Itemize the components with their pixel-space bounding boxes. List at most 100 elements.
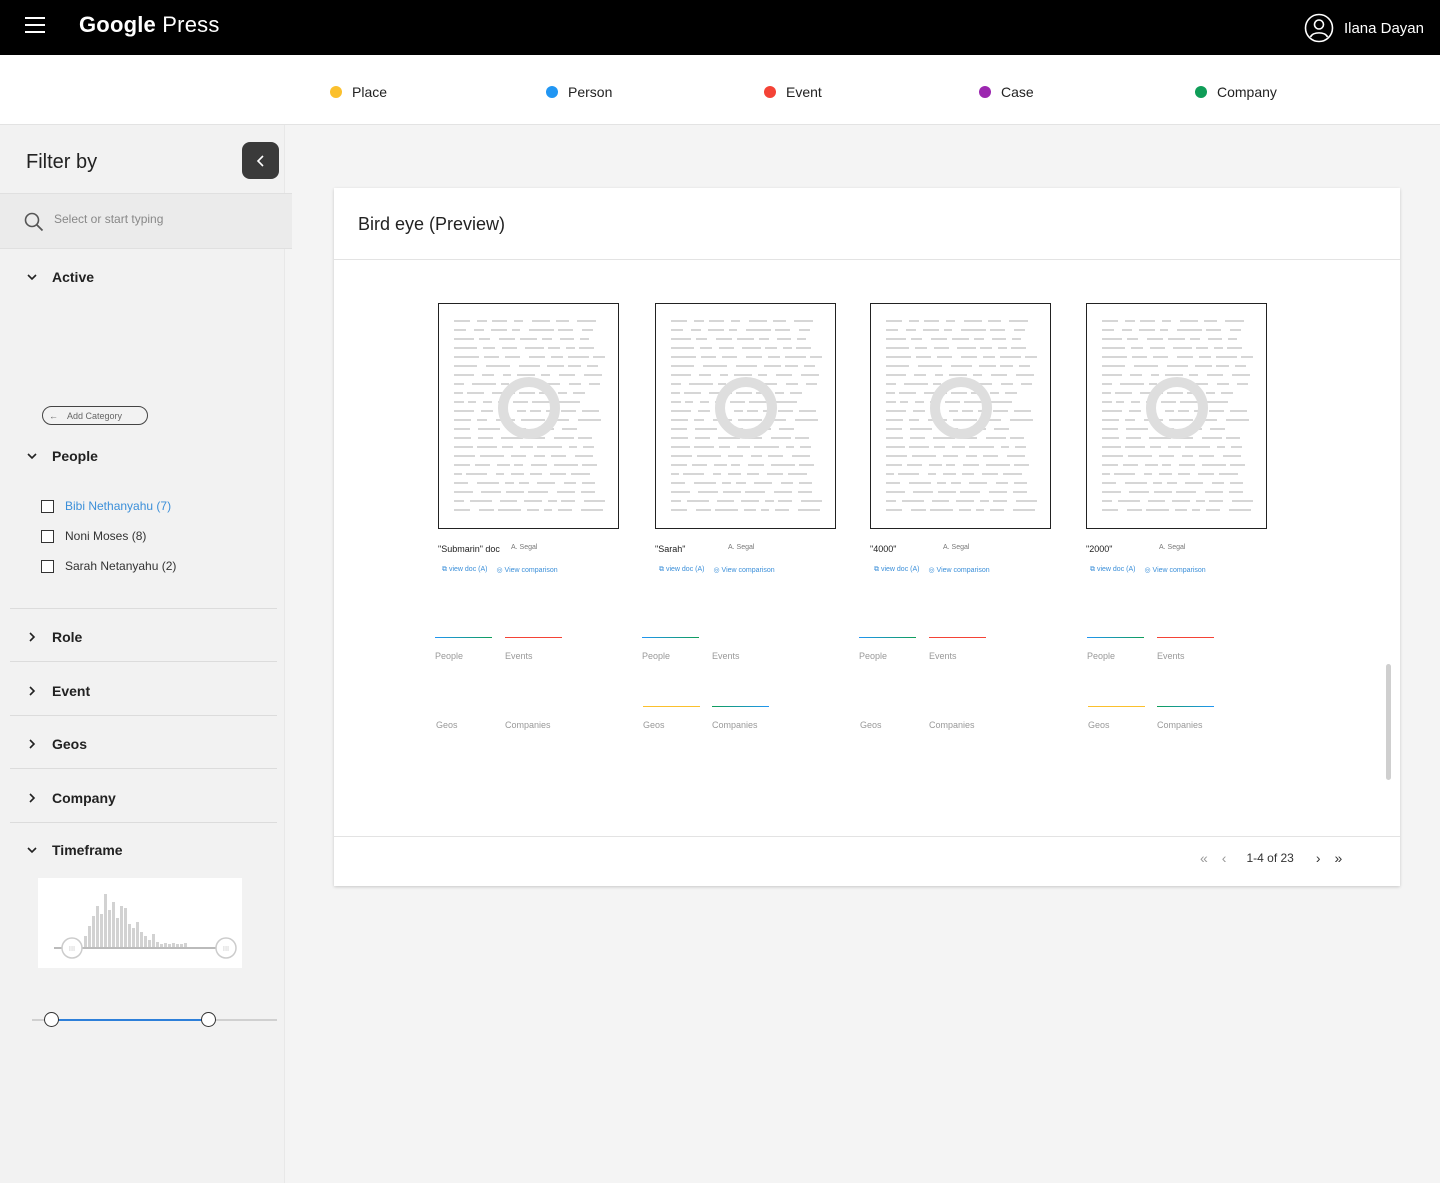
section-role[interactable]: Role — [26, 629, 82, 645]
view-comparison-link[interactable]: ◎ View comparison — [496, 566, 557, 574]
bird-eye-card: Bird eye (Preview) "Submarin" doc A. Sega… — [334, 188, 1400, 886]
eye-icon: ◎ — [1144, 567, 1151, 574]
section-timeframe[interactable]: Timeframe — [26, 842, 123, 858]
filter-search-input[interactable] — [54, 212, 274, 226]
filter-sidebar: Filter by Active ← Add Category People B… — [0, 125, 292, 1183]
stat-label: Events — [505, 651, 533, 661]
card-title: Bird eye (Preview) — [358, 214, 506, 234]
section-people[interactable]: People — [26, 448, 98, 464]
company-dot-icon — [1195, 86, 1207, 98]
place-dot-icon — [330, 86, 342, 98]
pagination: « ‹ 1-4 of 23 › » — [1200, 850, 1342, 866]
doc-entity-stats: People Events Geos Companies — [859, 637, 1059, 740]
doc-card: "2000" A. Segal ⧉ view doc (A) ◎ View com… — [1086, 303, 1267, 574]
first-page-icon[interactable]: « — [1200, 850, 1208, 866]
people-option-sarah[interactable]: Sarah Netanyahu (2) — [41, 559, 176, 573]
people-option-label: Bibi Nethanyahu (7) — [65, 499, 172, 513]
stat-label: People — [642, 651, 671, 661]
legend-item-person[interactable]: Person — [546, 84, 612, 100]
checkbox[interactable] — [41, 529, 54, 543]
add-category-button[interactable]: ← Add Category — [42, 406, 148, 425]
people-option-bibi[interactable]: Bibi Nethanyahu (7) — [41, 499, 171, 513]
chevron-right-icon — [29, 686, 36, 696]
view-doc-link[interactable]: ⧉ view doc (A) — [659, 566, 704, 574]
stat-label: Geos — [436, 720, 458, 730]
view-comparison-label: View comparison — [936, 567, 990, 574]
legend-item-company[interactable]: Company — [1195, 84, 1277, 100]
stat-companies: Companies — [929, 720, 975, 730]
view-doc-link[interactable]: ⧉ view doc (A) — [1090, 566, 1135, 574]
next-page-icon[interactable]: › — [1316, 850, 1321, 866]
eye-icon: ◎ — [713, 567, 720, 574]
section-label: Active — [52, 269, 95, 285]
section-label: Timeframe — [52, 842, 123, 858]
companies-bar — [1157, 706, 1214, 707]
top-app-bar: Google Press Ilana Dayan — [0, 0, 1440, 55]
people-option-noni[interactable]: Noni Moses (8) — [41, 529, 146, 543]
section-company[interactable]: Company — [26, 790, 116, 806]
section-label: Role — [52, 629, 83, 645]
section-event[interactable]: Event — [26, 683, 90, 699]
divider — [10, 715, 277, 716]
stat-label: Geos — [1088, 720, 1110, 730]
last-page-icon[interactable]: » — [1335, 850, 1343, 866]
section-geos[interactable]: Geos — [26, 736, 87, 752]
legend-label: Event — [786, 84, 822, 100]
timeframe-slider[interactable] — [32, 1012, 277, 1027]
stat-geos: Geos — [860, 720, 882, 730]
stat-label: Companies — [1157, 720, 1203, 730]
entity-legend: Place Person Event Case Company — [0, 55, 1440, 125]
doc-author: A. Segal — [728, 544, 755, 551]
legend-item-event[interactable]: Event — [764, 84, 822, 100]
view-comparison-link[interactable]: ◎ View comparison — [1144, 566, 1205, 574]
view-doc-link[interactable]: ⧉ view doc (A) — [874, 566, 919, 574]
stat-people: People — [859, 637, 916, 661]
legend-label: Person — [568, 84, 613, 100]
section-label: Company — [52, 790, 116, 806]
legend-item-place[interactable]: Place — [330, 84, 387, 100]
stat-label: Geos — [860, 720, 882, 730]
prev-page-icon[interactable]: ‹ — [1222, 850, 1227, 866]
divider — [334, 259, 1400, 260]
timeframe-histogram[interactable]: III III — [38, 878, 242, 968]
scrollbar[interactable] — [1386, 664, 1391, 780]
collapse-sidebar-button[interactable] — [242, 142, 279, 179]
slider-handle-end[interactable] — [201, 1012, 216, 1027]
eye-icon: ◎ — [496, 567, 503, 574]
people-option-label: Sarah Netanyahu (2) — [65, 559, 177, 573]
checkbox[interactable] — [41, 499, 54, 513]
doc-thumbnail[interactable] — [438, 303, 619, 529]
section-label: Event — [52, 683, 91, 699]
legend-item-case[interactable]: Case — [979, 84, 1034, 100]
stat-events: Events — [1157, 637, 1214, 661]
chevron-right-icon — [29, 632, 36, 642]
stat-label: People — [1087, 651, 1116, 661]
stat-events: Events — [929, 637, 986, 661]
checkbox[interactable] — [41, 559, 54, 573]
filter-search — [0, 193, 292, 249]
menu-icon[interactable] — [25, 17, 45, 33]
geos-bar — [1088, 706, 1145, 707]
divider — [10, 822, 277, 823]
view-doc-link[interactable]: ⧉ view doc (A) — [442, 566, 487, 574]
people-bar — [435, 637, 492, 638]
stat-label: Events — [712, 651, 740, 661]
doc-thumbnail[interactable] — [870, 303, 1051, 529]
user-account[interactable]: Ilana Dayan — [1304, 13, 1424, 43]
doc-thumbnail[interactable] — [655, 303, 836, 529]
doc-thumbnail[interactable] — [1086, 303, 1267, 529]
section-label: People — [52, 448, 98, 464]
stat-label: Companies — [929, 720, 975, 730]
doc-card: "4000" A. Segal ⧉ view doc (A) ◎ View com… — [870, 303, 1051, 574]
brand-logo[interactable]: Google Press — [79, 12, 220, 38]
chevron-right-icon — [29, 793, 36, 803]
companies-bar — [712, 706, 769, 707]
section-active[interactable]: Active — [26, 269, 94, 285]
view-comparison-link[interactable]: ◎ View comparison — [928, 566, 989, 574]
doc-entity-stats: People Events Geos Companies — [642, 637, 842, 740]
people-option-label: Noni Moses (8) — [65, 529, 147, 543]
divider — [10, 661, 277, 662]
events-bar — [1157, 637, 1214, 638]
slider-handle-start[interactable] — [44, 1012, 59, 1027]
view-comparison-link[interactable]: ◎ View comparison — [713, 566, 774, 574]
